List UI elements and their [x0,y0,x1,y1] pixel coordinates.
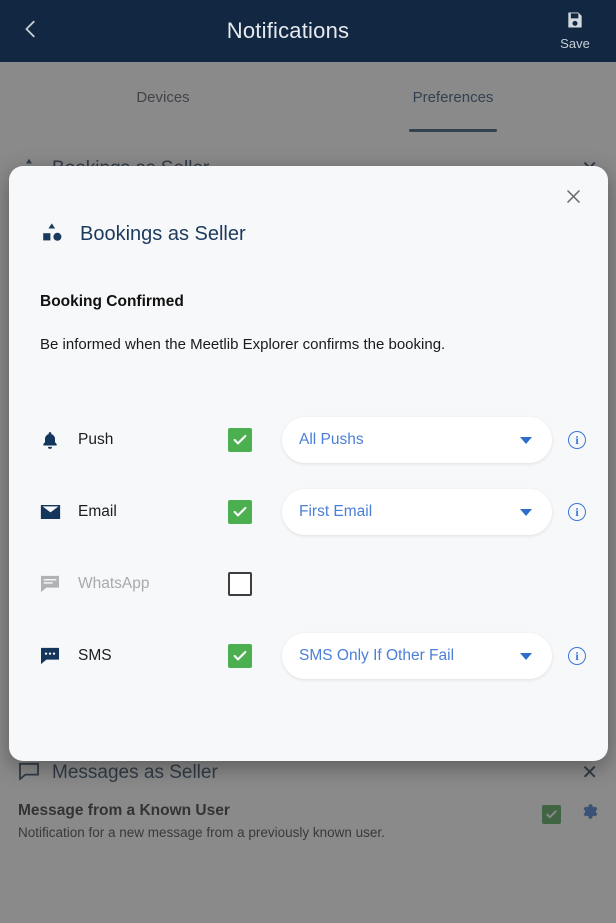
info-icon-push[interactable]: i [568,431,586,449]
save-label: Save [560,35,590,51]
chevron-down-icon [520,652,532,660]
info-icon-email[interactable]: i [568,503,586,521]
save-button[interactable]: Save [534,0,616,62]
channel-label: SMS [78,647,112,664]
chat-dots-icon [40,647,66,665]
channel-select-value: First Email [299,503,373,520]
close-icon [564,187,583,211]
dialog-header: Bookings as Seller [40,220,246,249]
app-bar: Notifications Save [0,0,616,62]
chat-lines-icon [40,575,66,593]
envelope-icon [40,504,66,520]
channel-checkbox-sms[interactable] [228,644,252,668]
bell-icon [40,430,66,451]
channel-checkbox-push[interactable] [228,428,252,452]
channel-row-email: Email First Email i [9,476,608,548]
shapes-category-icon [40,220,64,249]
channel-label: Email [78,503,117,520]
app-root: Notifications Save Devices Preferences B… [0,0,616,923]
channel-select-sms[interactable]: SMS Only If Other Fail [282,633,552,679]
channel-label: WhatsApp [78,575,150,592]
channel-checkbox-whatsapp[interactable] [228,572,252,596]
channel-select-push[interactable]: All Pushs [282,417,552,463]
channel-checkbox-email[interactable] [228,500,252,524]
dialog-close-button[interactable] [556,182,590,216]
channel-label: Push [78,431,114,448]
channel-row-sms: SMS SMS Only If Other Fail i [9,620,608,692]
info-icon-sms[interactable]: i [568,647,586,665]
dialog-description: Be informed when the Meetlib Explorer co… [40,336,446,353]
channel-select-value: SMS Only If Other Fail [299,647,455,664]
channel-select-value: All Pushs [299,431,364,448]
channel-settings-dialog: Bookings as Seller Booking Confirmed Be … [9,166,608,761]
channel-row-whatsapp: WhatsApp i [9,548,608,620]
dialog-subtitle: Booking Confirmed [40,293,184,310]
channel-list: Push All Pushs i Email First Email i Wha… [9,404,608,692]
channel-row-push: Push All Pushs i [9,404,608,476]
chevron-down-icon [520,436,532,444]
channel-select-email[interactable]: First Email [282,489,552,535]
save-floppy-icon [565,10,585,35]
page-title: Notifications [226,18,350,43]
chevron-down-icon [520,508,532,516]
chevron-left-icon [20,18,42,45]
dialog-title: Bookings as Seller [80,223,246,245]
